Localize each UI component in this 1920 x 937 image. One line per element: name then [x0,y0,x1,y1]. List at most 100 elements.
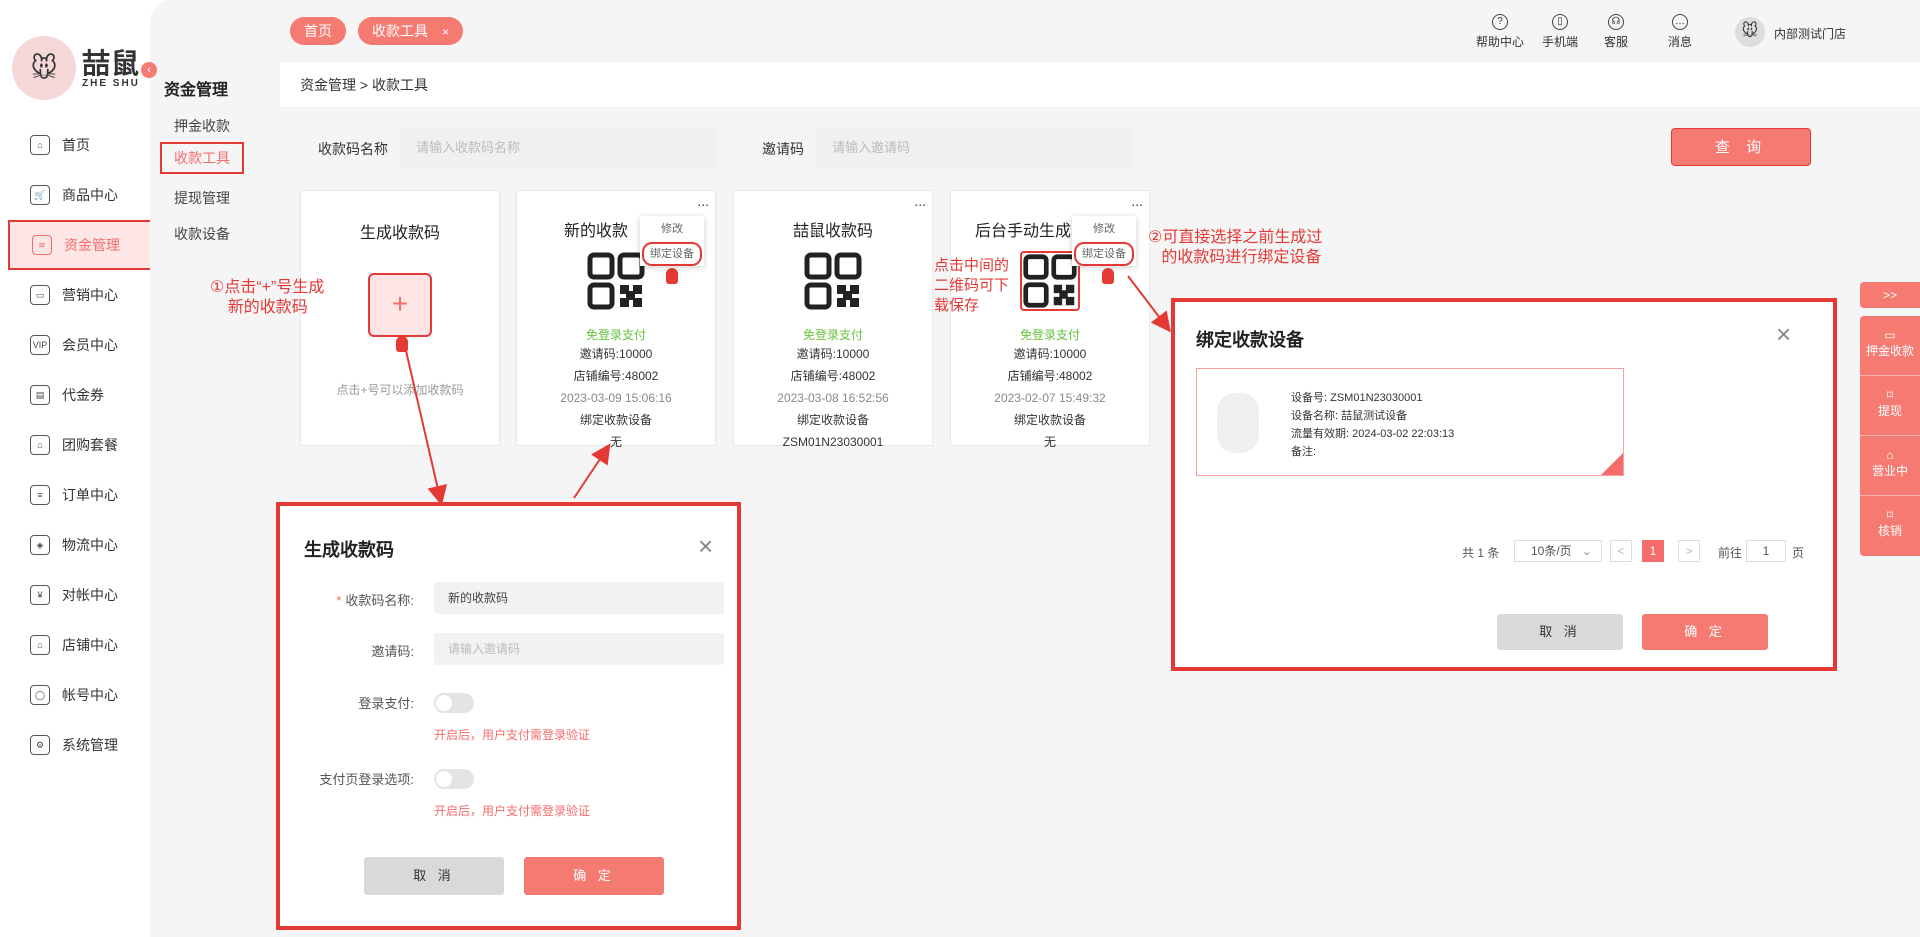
more-icon[interactable]: ... [697,194,709,208]
close-icon[interactable]: × [698,533,713,559]
float-deposit-button[interactable]: ▭ 押金收款 [1860,316,1920,376]
invite-code-input[interactable]: 请输入邀请码 [434,633,724,665]
card-title: 生成收款码 [359,225,440,242]
groupbuy-icon: ⌂ [30,435,50,455]
page-1-button[interactable]: 1 [1642,540,1664,562]
tab-payment-tool[interactable]: 收款工具 × [358,17,464,45]
annotation-download-qr: 点击中间的 二维码可下 载保存 [934,257,1010,314]
sub-nav-item-deposit[interactable]: 押金收款 [174,116,230,136]
vip-card-icon: VIP [30,335,50,355]
query-button[interactable]: 查 询 [1671,128,1811,166]
page-size-value: 10条/页 [1531,544,1572,558]
code-name-label: * 收款码名称: [300,590,414,609]
free-login-badge: 免登录支付 [1019,328,1080,342]
bind-device-menu-item[interactable]: 绑定设备 [642,242,702,266]
float-bar: ▭ 押金收款 ⌑ 提现 ⌂ 营业中 ⌑ 核销 [1860,316,1920,556]
page-login-option-hint: 开启后，用户支付需登录验证 [434,804,591,818]
user-icon: ◯ [30,685,50,705]
nav-item-reconcile[interactable]: ¥ 对帐中心 [8,570,152,620]
bind-device-menu-item[interactable]: 绑定设备 [1074,242,1134,266]
cancel-button[interactable]: 取 消 [364,857,504,895]
toolbar-label: 客服 [1604,35,1629,49]
chevron-left-icon: ‹ [147,64,151,76]
nav-item-account[interactable]: ◯ 帐号中心 [8,670,152,720]
brand-name: 喆鼠 ZHE SHU [82,48,141,90]
float-item-label: 押金收款 [1865,344,1914,358]
float-verify-button[interactable]: ⌑ 核销 [1860,496,1920,556]
bind-device-label: 绑定收款设备 [796,413,869,427]
created-time: 2023-03-09 15:06:16 [560,391,672,405]
nav-item-system[interactable]: ⚙ 系统管理 [8,720,152,770]
code-filter-label: 邀请码 [762,141,804,157]
home-icon: ⌂ [30,135,50,155]
close-icon[interactable]: × [442,25,449,39]
qr-code-icon[interactable] [1020,251,1080,311]
login-pay-toggle[interactable] [434,693,474,713]
next-page-button[interactable]: > [1678,540,1700,562]
float-business-button[interactable]: ⌂ 营业中 [1860,436,1920,496]
nav-item-order[interactable]: ≡ 订单中心 [8,470,152,520]
toolbar-label: 手机端 [1542,35,1579,49]
help-center-button[interactable]: ? 帮助中心 [1476,14,1524,50]
float-withdraw-button[interactable]: ⌑ 提现 [1860,376,1920,436]
page-size-select[interactable]: 10条/页 ⌄ [1514,540,1602,562]
main-nav: ⌂ 首页 🛒 商品中心 ≋ 资金管理 ▭ 营销中心 VIP 会员中心 ▤ 代金券 ⌂ 团购套餐… [8,120,152,770]
store-icon: ⌂ [1886,448,1894,462]
brand-name-zh: 喆鼠 [82,48,141,79]
more-icon[interactable]: ... [914,194,926,208]
nav-item-logistics[interactable]: ◈ 物流中心 [8,520,152,570]
qr-card: ... 喆鼠收款码 免登录支付 邀请码:10000 店铺编号:48002 202… [733,190,933,449]
add-code-button[interactable]: + [368,273,432,337]
card-action-menu: 修改 绑定设备 [640,216,704,266]
nav-item-goods[interactable]: 🛒 商品中心 [8,170,152,220]
cancel-button[interactable]: 取 消 [1497,614,1623,650]
shop-name[interactable]: 内部测试门店 [1774,25,1846,42]
nav-item-home[interactable]: ⌂ 首页 [8,120,152,170]
sub-nav-item-device[interactable]: 收款设备 [174,224,230,244]
prev-page-button[interactable]: < [1610,540,1632,562]
sub-nav-item-payment-tool[interactable]: 收款工具 [160,142,244,174]
confirm-button[interactable]: 确 定 [524,857,664,895]
sub-nav: 资金管理 押金收款 收款工具 提现管理 收款设备 [150,0,280,937]
shop-icon: ⌂ [30,635,50,655]
edit-menu-item[interactable]: 修改 [1072,216,1136,242]
goto-page-input[interactable]: 1 [1746,540,1786,562]
code-name-input[interactable]: 新的收款码 [434,582,724,614]
float-bar-toggle[interactable]: >> [1860,282,1920,308]
nav-item-funds[interactable]: ≋ 资金管理 [8,220,152,270]
nav-item-coupon[interactable]: ▤ 代金券 [8,370,152,420]
nav-item-label: 帐号中心 [62,687,118,703]
close-icon[interactable]: × [1776,321,1791,347]
free-login-badge: 免登录支付 [585,328,646,342]
brand-name-en: ZHE SHU [82,78,140,89]
page-login-option-toggle[interactable] [434,769,474,789]
created-time: 2023-03-08 16:52:56 [777,391,889,405]
customer-service-button[interactable]: ☊ 客服 [1604,14,1628,50]
qr-code-icon[interactable] [803,251,863,311]
collapse-sidebar-button[interactable]: ‹ [141,62,157,78]
nav-item-shop[interactable]: ⌂ 店铺中心 [8,620,152,670]
toolbar-label: 帮助中心 [1476,35,1525,49]
code-filter-input[interactable]: 请输入邀请码 [816,128,1132,168]
float-item-label: 营业中 [1871,464,1908,478]
avatar[interactable]: 🐭 [1735,17,1765,47]
nav-item-groupbuy[interactable]: ⌂ 团购套餐 [8,420,152,470]
mobile-button[interactable]: ▯ 手机端 [1542,14,1578,50]
qr-code-icon[interactable] [586,251,646,311]
sub-nav-item-withdraw[interactable]: 提现管理 [174,188,230,208]
float-item-label: 提现 [1877,404,1902,418]
nav-item-member[interactable]: VIP 会员中心 [8,320,152,370]
bind-device-value: ZSM01N23030001 [782,435,884,449]
nav-item-marketing[interactable]: ▭ 营销中心 [8,270,152,320]
device-valid-until: 流量有效期: 2024-03-02 22:03:13 [1291,428,1455,440]
pagination-total: 共 1 条 [1462,546,1500,560]
tab-home[interactable]: 首页 [290,17,346,45]
message-button[interactable]: … 消息 [1668,14,1692,50]
device-option[interactable]: 设备号: ZSM01N23030001 设备名称: 喆鼠测试设备 流量有效期: … [1196,368,1624,476]
name-filter-input[interactable]: 请输入收款码名称 [400,128,716,168]
nav-item-label: 代金券 [62,387,104,403]
confirm-button[interactable]: 确 定 [1642,614,1768,650]
edit-menu-item[interactable]: 修改 [640,216,704,242]
more-icon[interactable]: ... [1131,194,1143,208]
invite-code: 邀请码:10000 [1013,347,1087,361]
